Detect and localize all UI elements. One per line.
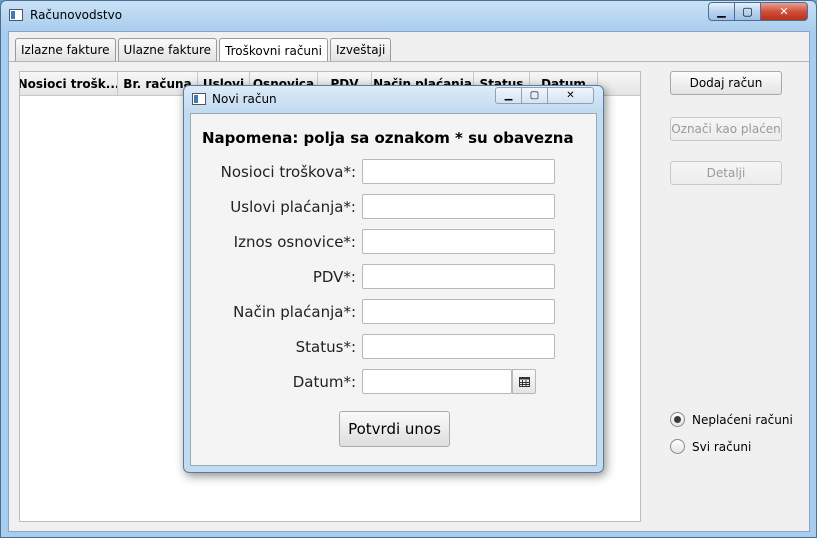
vat-input[interactable] <box>362 264 555 289</box>
mark-paid-button[interactable]: Označi kao plaćen <box>670 117 782 141</box>
minimize-button[interactable]: ▁ <box>708 2 735 21</box>
radio-all-label: Svi računi <box>692 439 752 454</box>
radio-all-row[interactable]: Svi računi <box>670 439 751 454</box>
title-bar[interactable]: Računovodstvo ▁ ▢ ✕ <box>1 1 816 31</box>
dialog-form: Napomena: polja sa oznakom * su obavezna… <box>190 113 597 466</box>
column-header[interactable]: Nosioci trošk... <box>20 72 118 96</box>
tab-izvestaji[interactable]: Izveštaji <box>329 38 392 61</box>
tab-troskovni-racuni[interactable]: Troškovni računi <box>219 38 328 62</box>
dialog-minimize-button[interactable]: ▁ <box>495 87 522 104</box>
dialog-app-icon <box>192 93 206 105</box>
cost-bearers-label: Nosioci troškova*: <box>220 163 356 181</box>
radio-unpaid[interactable] <box>670 412 685 427</box>
dialog-maximize-button[interactable]: ▢ <box>521 87 548 104</box>
window-title: Računovodstvo <box>30 8 123 22</box>
status-label: Status*: <box>295 338 356 356</box>
cost-bearers-input[interactable] <box>362 159 555 184</box>
confirm-entry-button[interactable]: Potvrdi unos <box>339 411 450 447</box>
new-invoice-dialog: Novi račun ▁ ▢ ✕ Napomena: polja sa ozna… <box>183 85 604 473</box>
dialog-title: Novi račun <box>212 92 277 106</box>
date-input[interactable] <box>362 369 512 394</box>
radio-unpaid-label: Neplaćeni računi <box>692 412 793 427</box>
maximize-button[interactable]: ▢ <box>734 2 761 21</box>
payment-method-input[interactable] <box>362 299 555 324</box>
payment-method-label: Način plaćanja*: <box>233 303 356 321</box>
payment-terms-input[interactable] <box>362 194 555 219</box>
date-label: Datum*: <box>292 373 356 391</box>
tab-ulazne-fakture[interactable]: Ulazne fakture <box>117 38 217 61</box>
details-button[interactable]: Detalji <box>670 161 782 185</box>
radio-all[interactable] <box>670 439 685 454</box>
window-app-icon <box>9 9 23 21</box>
tab-izlazne-fakture[interactable]: Izlazne fakture <box>15 38 116 61</box>
date-picker-button[interactable] <box>512 369 536 394</box>
radio-unpaid-row[interactable]: Neplaćeni računi <box>670 412 793 427</box>
dialog-close-button[interactable]: ✕ <box>547 87 594 104</box>
status-input[interactable] <box>362 334 555 359</box>
close-button[interactable]: ✕ <box>760 2 808 21</box>
base-amount-input[interactable] <box>362 229 555 254</box>
vat-label: PDV*: <box>312 268 356 286</box>
required-fields-note: Napomena: polja sa oznakom * su obavezna <box>202 129 574 147</box>
tab-bar: Izlazne fakture Ulazne fakture Troškovni… <box>15 38 392 62</box>
calendar-icon <box>518 376 530 387</box>
payment-terms-label: Uslovi plaćanja*: <box>230 198 356 216</box>
add-invoice-button[interactable]: Dodaj račun <box>670 71 782 95</box>
base-amount-label: Iznos osnovice*: <box>233 233 356 251</box>
